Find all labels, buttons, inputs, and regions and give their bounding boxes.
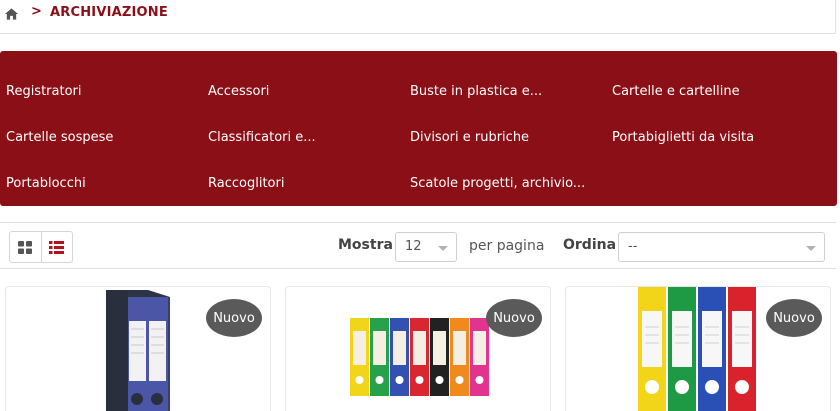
product-card[interactable]: Nuovo [285,286,551,411]
grid-view-button[interactable] [10,232,41,262]
new-badge: Nuovo [486,299,542,337]
order-select[interactable]: -- [618,232,825,262]
list-view-icon [49,240,65,254]
order-value: -- [628,239,638,254]
category-divisori-e-rubriche[interactable]: Divisori e rubriche [410,130,529,145]
category-portablocchi[interactable]: Portablocchi [6,176,86,191]
category-registratori[interactable]: Registratori [6,84,82,99]
chevron-down-icon [806,246,816,251]
per-page-label: per pagina [469,238,545,254]
product-card[interactable]: Nuovo [5,286,271,411]
view-toggle [9,231,73,263]
category-buste-in-plastica[interactable]: Buste in plastica e... [410,84,542,99]
category-panel: Registratori Accessori Buste in plastica… [0,51,837,206]
category-raccoglitori[interactable]: Raccoglitori [208,176,284,191]
per-page-select[interactable]: 12 [395,232,457,262]
per-page-value: 12 [405,239,422,254]
product-card[interactable]: Nuovo [565,286,831,411]
category-accessori[interactable]: Accessori [208,84,269,99]
order-label: Ordina [563,237,617,253]
home-icon[interactable] [4,7,19,21]
grid-view-icon [18,240,33,254]
category-scatole-progetti[interactable]: Scatole progetti, archivio... [410,176,585,191]
category-cartelle-e-cartelline[interactable]: Cartelle e cartelline [612,84,740,99]
new-badge: Nuovo [766,299,822,337]
category-portabiglietti[interactable]: Portabiglietti da visita [612,130,754,145]
breadcrumb: > ARCHIVIAZIONE [0,0,836,34]
breadcrumb-separator: > [31,4,42,19]
category-cartelle-sospese[interactable]: Cartelle sospese [6,130,113,145]
breadcrumb-current: ARCHIVIAZIONE [50,5,168,20]
category-classificatori[interactable]: Classificatori e... [208,130,316,145]
list-view-button[interactable] [40,232,72,262]
new-badge: Nuovo [206,299,262,337]
listing-toolbar: Mostra 12 per pagina Ordina -- [0,222,836,269]
show-label: Mostra [338,237,393,253]
chevron-down-icon [438,246,448,251]
